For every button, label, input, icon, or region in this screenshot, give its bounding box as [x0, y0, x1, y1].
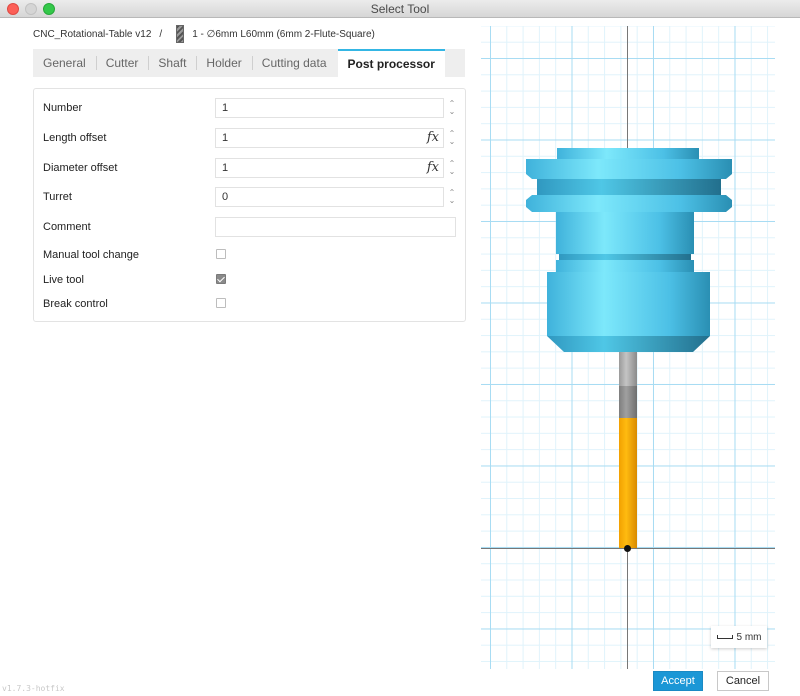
chevron-down-icon[interactable]: ⌄: [448, 108, 456, 116]
diameter-offset-row: Diameter offset 1 fx ⌃ ⌄: [34, 158, 465, 180]
fx-expression-icon[interactable]: fx: [427, 130, 439, 145]
chevron-up-icon[interactable]: ⌃: [448, 189, 456, 197]
break-control-row: Break control: [34, 294, 465, 316]
origin-point: [624, 545, 631, 552]
fx-expression-icon[interactable]: fx: [427, 160, 439, 175]
tab-cutting-data[interactable]: Cutting data: [251, 49, 337, 77]
tool-preview-viewport[interactable]: 5 mm: [481, 26, 775, 669]
cancel-button[interactable]: Cancel: [717, 671, 769, 691]
holder-flange-upper: [526, 159, 732, 179]
turret-stepper[interactable]: ⌃ ⌄: [448, 188, 456, 206]
holder-body-mid: [556, 260, 694, 272]
holder-groove: [537, 179, 721, 195]
chevron-up-icon[interactable]: ⌃: [448, 130, 456, 138]
number-row: Number 1 ⌃ ⌄: [34, 98, 465, 120]
tab-strip: General Cutter Shaft Holder Cutting data…: [33, 49, 465, 77]
scale-bar-icon: [716, 635, 733, 639]
turret-label: Turret: [43, 191, 72, 203]
turret-input[interactable]: 0: [215, 187, 444, 207]
diameter-offset-input[interactable]: 1 fx: [215, 158, 444, 178]
manual-tool-change-checkbox[interactable]: [216, 249, 226, 259]
manual-tool-change-label: Manual tool change: [43, 249, 140, 261]
scale-label: 5 mm: [736, 631, 762, 643]
live-tool-checkbox[interactable]: [216, 274, 226, 284]
comment-row: Comment: [34, 217, 465, 239]
length-offset-label: Length offset: [43, 132, 107, 144]
break-control-label: Break control: [43, 298, 108, 310]
holder-neck-ring: [559, 254, 691, 260]
chevron-up-icon[interactable]: ⌃: [448, 100, 456, 108]
tool-model: [526, 148, 732, 548]
endmill-tool-icon: [176, 25, 185, 43]
holder-top-cap: [557, 148, 699, 160]
scale-indicator: 5 mm: [711, 626, 767, 648]
chevron-down-icon[interactable]: ⌄: [448, 197, 456, 205]
live-tool-row: Live tool: [34, 270, 465, 292]
breadcrumb-document[interactable]: CNC_Rotational-Table v12: [33, 29, 151, 40]
manual-tool-change-row: Manual tool change: [34, 245, 465, 267]
number-stepper[interactable]: ⌃ ⌄: [448, 99, 456, 117]
tool-flutes: [619, 418, 637, 548]
breadcrumb-tool: 1 - ∅6mm L60mm (6mm 2-Flute-Square): [192, 28, 375, 40]
tab-general[interactable]: General: [33, 49, 96, 77]
length-offset-value: 1: [222, 132, 229, 144]
diameter-offset-label: Diameter offset: [43, 162, 118, 174]
live-tool-label: Live tool: [43, 274, 84, 286]
accept-button[interactable]: Accept: [653, 671, 703, 691]
comment-label: Comment: [43, 221, 91, 233]
breadcrumb: CNC_Rotational-Table v12 / 1 - ∅6mm L60m…: [33, 24, 375, 44]
holder-body-upper: [556, 212, 694, 254]
window-title: Select Tool: [370, 2, 430, 16]
holder-bottom-chamfer: [547, 336, 710, 352]
chevron-down-icon[interactable]: ⌄: [448, 168, 456, 176]
number-input[interactable]: 1: [215, 98, 444, 118]
tab-holder[interactable]: Holder: [196, 49, 251, 77]
tool-shaft-neck: [619, 386, 637, 418]
number-label: Number: [43, 102, 83, 114]
window-titlebar: Select Tool: [0, 0, 800, 18]
tab-cutter[interactable]: Cutter: [95, 49, 149, 77]
length-offset-stepper[interactable]: ⌃ ⌄: [448, 129, 456, 147]
tab-post-processor[interactable]: Post processor: [337, 49, 445, 77]
chevron-up-icon[interactable]: ⌃: [448, 160, 456, 168]
break-control-checkbox[interactable]: [216, 298, 226, 308]
holder-body-lower: [547, 272, 710, 336]
turret-row: Turret 0 ⌃ ⌄: [34, 187, 465, 209]
breadcrumb-separator: /: [159, 28, 163, 40]
comment-input[interactable]: [215, 217, 456, 237]
chevron-down-icon[interactable]: ⌄: [448, 138, 456, 146]
holder-flange-lower: [526, 195, 732, 212]
length-offset-row: Length offset 1 fx ⌃ ⌄: [34, 128, 465, 150]
version-label: v1.7.3-hotfix: [2, 684, 65, 693]
diameter-offset-value: 1: [222, 162, 229, 174]
length-offset-input[interactable]: 1 fx: [215, 128, 444, 148]
diameter-offset-stepper[interactable]: ⌃ ⌄: [448, 159, 456, 177]
post-processor-panel: Number 1 ⌃ ⌄ Length offset 1 fx ⌃ ⌄ Diam…: [33, 88, 466, 322]
tab-shaft[interactable]: Shaft: [148, 49, 196, 77]
tool-shaft: [619, 352, 637, 386]
